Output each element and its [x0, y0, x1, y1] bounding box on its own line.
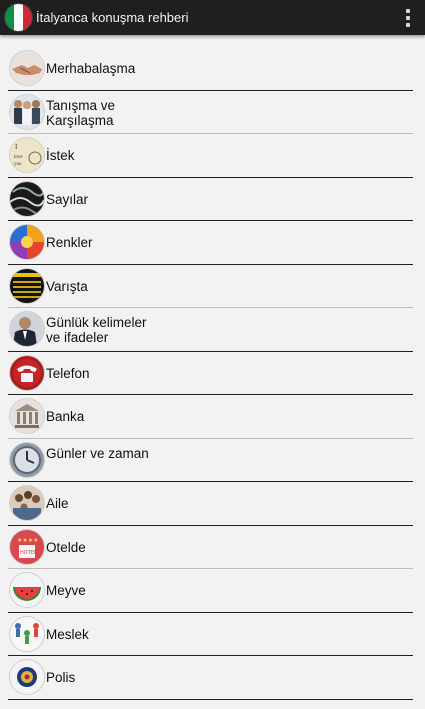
- list-item-gunluk[interactable]: Günlük kelimeler ve ifadeler: [8, 308, 413, 352]
- list-item-polis[interactable]: Polis: [8, 656, 413, 700]
- svg-text:you: you: [14, 162, 22, 167]
- action-bar: İtalyanca konuşma rehberi: [0, 0, 425, 35]
- bank-building-icon: [10, 399, 44, 433]
- businessman-icon: [10, 312, 44, 346]
- list-item-label: Telefon: [46, 365, 90, 381]
- svg-text:HOTEL: HOTEL: [20, 550, 37, 556]
- list-item-label: Meyve: [46, 583, 86, 598]
- list-item-tanisma[interactable]: Tanışma ve Karşılaşma: [8, 91, 413, 134]
- list-item-label: Banka: [46, 409, 85, 424]
- handshake-icon: [10, 51, 44, 85]
- numbers-icon: [10, 181, 44, 216]
- list-item-telefon[interactable]: Telefon: [8, 352, 413, 395]
- color-wheel-icon: [10, 225, 44, 259]
- app-title: İtalyanca konuşma rehberi: [36, 10, 189, 25]
- hotel-icon: ★★★★ HOTEL: [10, 529, 44, 564]
- list-item-varista[interactable]: Varışta: [8, 265, 413, 308]
- list-item-label: Varışta: [46, 278, 88, 294]
- svg-text:★★★★: ★★★★: [17, 537, 39, 544]
- family-icon: [10, 486, 44, 520]
- svg-text:love: love: [14, 155, 23, 160]
- list-item-label: İstek: [46, 148, 75, 163]
- clock-icon: [10, 442, 44, 477]
- watermelon-icon: [10, 573, 44, 607]
- list-item-meslek[interactable]: Meslek: [8, 613, 413, 656]
- list-item-label: Otelde: [46, 539, 86, 555]
- category-list: Merhabalaşma Tanışma ve Karşılaşma Ilove…: [0, 47, 425, 700]
- list-item-istek[interactable]: Ilove you İstek: [8, 134, 413, 178]
- professions-icon: [10, 616, 44, 651]
- list-item-merhabalasma[interactable]: Merhabalaşma: [8, 47, 413, 91]
- police-badge-icon: [10, 660, 44, 694]
- people-meeting-icon: [10, 94, 44, 129]
- overflow-menu-icon[interactable]: [403, 9, 413, 27]
- list-item-otelde[interactable]: ★★★★ HOTEL Otelde: [8, 526, 413, 569]
- arrival-board-icon: [10, 268, 44, 303]
- list-item-label: Günlük kelimeler ve ifadeler: [46, 315, 147, 345]
- list-item-label: Meslek: [46, 626, 89, 642]
- telephone-icon: [10, 355, 44, 390]
- list-item-gunler[interactable]: Günler ve zaman: [8, 439, 413, 482]
- list-item-label: Renkler: [46, 235, 93, 250]
- i-love-you-note-icon: Ilove you: [10, 138, 44, 172]
- list-item-label: Polis: [46, 670, 76, 685]
- list-item-label: Günler ve zaman: [46, 445, 149, 461]
- list-item-label: Tanışma ve Karşılaşma: [46, 97, 116, 128]
- list-item-label: Aile: [46, 496, 69, 511]
- list-item-label: Sayılar: [46, 191, 89, 207]
- list-item-label: Merhabalaşma: [46, 61, 136, 76]
- list-item-meyve[interactable]: Meyve: [8, 569, 413, 613]
- list-item-renkler[interactable]: Renkler: [8, 221, 413, 265]
- list-item-sayilar[interactable]: Sayılar: [8, 178, 413, 221]
- italy-flag-icon: [5, 4, 32, 31]
- list-item-aile[interactable]: Aile: [8, 482, 413, 526]
- list-item-banka[interactable]: Banka: [8, 395, 413, 439]
